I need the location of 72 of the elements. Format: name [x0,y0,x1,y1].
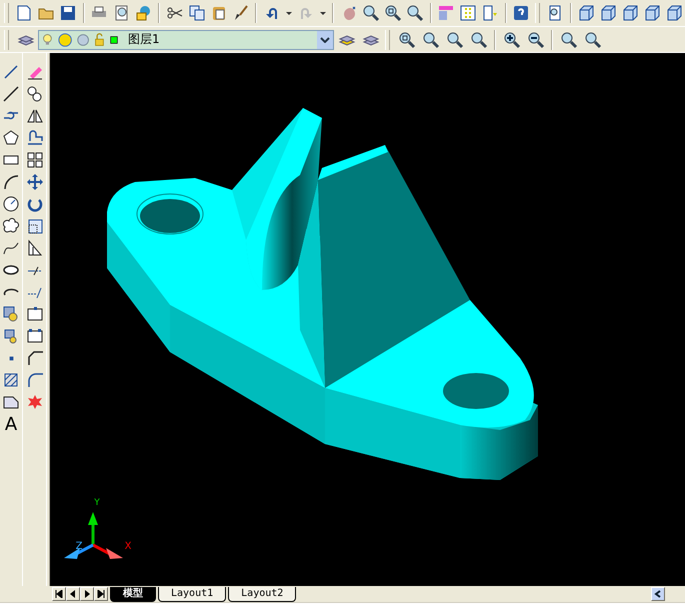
palette-icon [437,4,456,22]
layout-tab[interactable]: Layout1 [158,586,226,602]
layer-name: 图层1 [128,31,161,48]
layout-tab[interactable]: 模型 [110,586,156,602]
dropdown-caret-icon [286,12,292,14]
block-insert-icon [2,305,20,323]
cube-icon [643,4,662,22]
break-icon [26,327,44,345]
magnifier-icon [446,30,464,48]
first-tab-button[interactable] [52,587,66,601]
construction-line-icon [2,85,20,103]
chevron-down-icon [320,36,330,42]
explosion-icon [26,393,44,411]
cloud-icon [2,217,20,235]
y-axis-label: Y [94,498,100,508]
y-axis-arrow [88,512,98,545]
point-icon [8,356,14,360]
scroll-left-button[interactable] [651,587,665,601]
new-document-icon [15,4,34,22]
sun-icon [58,30,74,48]
layer-dropdown[interactable]: 图层1 [38,30,334,50]
dropdown-caret-button[interactable] [317,30,333,48]
tool-palette-icon [481,4,500,22]
chevron-left-icon [654,590,662,598]
cube-icon [599,4,618,22]
arc-icon [2,173,20,191]
z-axis-label: Z [76,541,82,552]
magnifier-icon [470,30,488,48]
x-axis-arrow [92,544,123,559]
zoom-in-icon [502,30,520,48]
triangle-right-icon [83,590,91,598]
break-icon [26,305,44,323]
dropdown-caret-icon [320,12,326,14]
magnifier-icon [584,30,602,48]
magnifier-icon [560,30,578,48]
mirror-triangles-icon [26,107,44,125]
triangle-left-icon [69,590,77,598]
skip-back-icon [55,590,63,598]
line-icon [2,63,20,81]
copy-circles-icon [26,85,44,103]
magnifier-icon [362,4,380,22]
grid-panel-icon [459,4,478,22]
zoom-window-icon [384,4,402,22]
last-tab-button[interactable] [94,587,108,601]
cube-icon [621,4,640,22]
magnifier-icon [422,30,440,48]
offset-icon [26,129,44,147]
array-grid-icon [26,151,44,169]
previous-tab-button[interactable] [66,587,80,601]
magnifier-icon [406,4,424,22]
chamfer-icon [26,349,44,367]
copy-pages-icon [188,4,206,22]
globe-icon [134,4,153,22]
drawing-canvas[interactable]: Y Z X [50,53,685,587]
fillet-icon [26,371,44,389]
zoom-window-icon [398,30,416,48]
next-tab-button[interactable] [80,587,94,601]
skip-forward-icon [97,590,105,598]
pentagon-icon [2,129,20,147]
text-tool-button[interactable]: A [0,413,22,435]
z-axis-arrow [64,544,94,559]
hatch-icon [2,371,20,389]
x-axis-label: X [124,541,132,552]
layout-tab[interactable]: Layout2 [228,586,296,602]
scale-icon [26,217,44,235]
stretch-icon [26,239,44,257]
cube-icon [577,4,596,22]
help-icon [512,4,530,22]
circle-icon [2,195,20,213]
move-arrows-icon [26,173,44,191]
cube-icon [665,4,684,22]
zoom-out-icon [526,30,544,48]
